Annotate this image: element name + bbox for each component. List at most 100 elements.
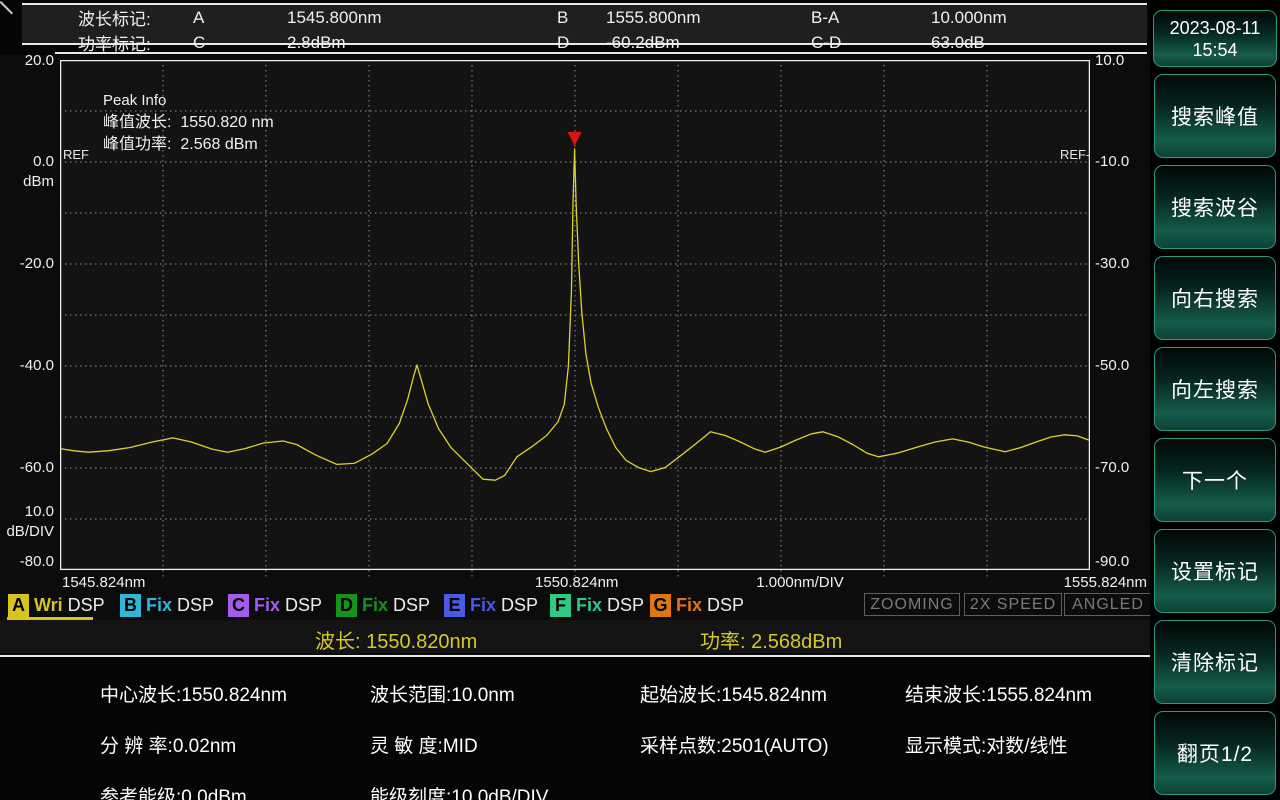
trace-selector-c[interactable]: C Fix DSP: [228, 593, 322, 617]
trace-selector-d[interactable]: D Fix DSP: [336, 593, 430, 617]
search-peak-button[interactable]: 搜索峰值: [1154, 74, 1276, 158]
osa-screen: 波长标记: A 1545.800nm B 1555.800nm B-A 10.0…: [0, 0, 1280, 800]
marker-ba-letter: B-A: [811, 8, 931, 28]
corner-mark: [0, 1, 13, 14]
search-valley-button[interactable]: 搜索波谷: [1154, 165, 1276, 249]
marker-c-value: 2.8dBm: [287, 33, 557, 53]
trace-c-badge: C: [228, 594, 249, 617]
y-tick-left: -40.0: [6, 358, 54, 374]
ref-marker-left: REF: [63, 147, 89, 162]
setting-start-wavelength: 起始波长:1545.824nm: [640, 680, 905, 707]
clear-marker-button[interactable]: 清除标记: [1154, 620, 1276, 704]
peak-wavelength-value: 1550.820 nm: [180, 114, 273, 131]
peak-power-row: 峰值功率: 2.568 dBm: [103, 134, 274, 156]
peak-info-box: Peak Info 峰值波长: 1550.820 nm 峰值功率: 2.568 …: [103, 90, 274, 156]
marker-d-letter: D: [557, 33, 606, 53]
peak-wavelength-label: 峰值波长:: [103, 114, 171, 131]
datetime-button[interactable]: 2023-08-11 15:54: [1153, 10, 1277, 67]
softkey-sidebar: 2023-08-11 15:54 搜索峰值 搜索波谷 向右搜索 向左搜索 下一个…: [1150, 0, 1280, 800]
trace-d-mode: Fix: [362, 595, 388, 616]
set-marker-button[interactable]: 设置标记: [1154, 529, 1276, 613]
setting-center-wavelength: 中心波长:1550.824nm: [100, 680, 370, 707]
y-tick-left: 0.0: [6, 154, 54, 170]
marker-cd-value: 63.0dB: [931, 33, 1147, 53]
peak-power-label: 峰值功率:: [103, 136, 171, 153]
x-div-label: 1.000nm/DIV: [748, 575, 852, 591]
time-text: 15:54: [1192, 39, 1237, 61]
status-2x-speed: 2X SPEED: [964, 593, 1062, 616]
page-toggle-button[interactable]: 翻页1/2: [1154, 711, 1276, 795]
chart-region: 20.0 0.0 dBm -20.0 -40.0 -60.0 10.0 dB/D…: [0, 55, 1150, 655]
header-divider: [55, 52, 1147, 54]
trace-selector-g[interactable]: G Fix DSP: [650, 593, 744, 617]
y-axis-unit: dBm: [6, 174, 54, 190]
readout-wavelength-value: 1550.820nm: [366, 631, 477, 653]
trace-b-mode: Fix: [146, 595, 172, 616]
trace-selector-f[interactable]: F Fix DSP: [550, 593, 644, 617]
search-right-button[interactable]: 向右搜索: [1154, 256, 1276, 340]
status-angled: ANGLED: [1064, 593, 1152, 616]
setting-sensitivity: 灵 敏 度:MID: [370, 731, 640, 758]
trace-e-dsp: DSP: [501, 595, 538, 616]
next-button[interactable]: 下一个: [1154, 438, 1276, 522]
trace-a-dsp: DSP: [68, 595, 105, 616]
trace-a-mode: Wri: [34, 595, 63, 616]
y-tick-right: -30.0: [1095, 256, 1129, 272]
y-tick-left: -80.0: [6, 554, 54, 570]
trace-e-badge: E: [444, 594, 465, 617]
marker-c-letter: C: [193, 33, 287, 53]
trace-a-badge: A: [8, 594, 29, 617]
wavelength-markers-label: 波长标记:: [78, 5, 193, 30]
y-tick-right: -70.0: [1095, 460, 1129, 476]
marker-readout-bar: 波长: 1550.820nm 功率: 2.568dBm: [0, 620, 1150, 653]
readout-power: 功率: 2.568dBm: [700, 625, 842, 654]
ref-marker-right: REF-: [1060, 147, 1090, 162]
marker-a-letter: A: [193, 8, 287, 28]
trace-d-badge: D: [336, 594, 357, 617]
trace-b-dsp: DSP: [177, 595, 214, 616]
trace-b-badge: B: [120, 594, 141, 617]
readout-power-label: 功率:: [700, 631, 746, 653]
y-tick-right: -10.0: [1095, 154, 1129, 170]
setting-sample-points: 采样点数:2501(AUTO): [640, 731, 905, 758]
y-tick-left: -20.0: [6, 256, 54, 272]
setting-display-mode: 显示模式:对数/线性: [905, 731, 1150, 758]
trace-g-dsp: DSP: [707, 595, 744, 616]
date-text: 2023-08-11: [1170, 17, 1261, 39]
status-zooming: ZOOMING: [864, 593, 960, 616]
trace-selector-e[interactable]: E Fix DSP: [444, 593, 538, 617]
x-tick-end: 1555.824nm: [1057, 575, 1147, 591]
x-tick-start: 1545.824nm: [62, 575, 145, 591]
readout-wavelength-label: 波长:: [315, 631, 361, 653]
setting-stop-wavelength: 结束波长:1555.824nm: [905, 680, 1150, 707]
search-left-button[interactable]: 向左搜索: [1154, 347, 1276, 431]
readout-wavelength: 波长: 1550.820nm: [315, 625, 477, 654]
marker-b-letter: B: [557, 8, 606, 28]
marker-a-value: 1545.800nm: [287, 8, 557, 28]
setting-level-scale: 能级刻度:10.0dB/DIV: [370, 782, 640, 800]
trace-c-mode: Fix: [254, 595, 280, 616]
x-tick-center: 1550.824nm: [535, 575, 617, 591]
marker-header-bar: 波长标记: A 1545.800nm B 1555.800nm B-A 10.0…: [22, 3, 1147, 45]
marker-ba-value: 10.000nm: [931, 8, 1147, 28]
peak-info-title: Peak Info: [103, 90, 274, 112]
trace-e-mode: Fix: [470, 595, 496, 616]
settings-panel: 中心波长:1550.824nm 波长范围:10.0nm 起始波长:1545.82…: [0, 660, 1150, 800]
readout-divider: [0, 655, 1150, 657]
readout-power-value: 2.568dBm: [751, 631, 842, 653]
setting-resolution: 分 辨 率:0.02nm: [100, 731, 370, 758]
y-tick-right: -90.0: [1095, 554, 1129, 570]
trace-f-mode: Fix: [576, 595, 602, 616]
trace-selector-b[interactable]: B Fix DSP: [120, 593, 214, 617]
trace-g-badge: G: [650, 594, 671, 617]
marker-cd-letter: C-D: [811, 33, 931, 53]
trace-selector-a[interactable]: A Wri DSP: [8, 593, 105, 617]
y-tick-left: -60.0: [6, 460, 54, 476]
trace-g-mode: Fix: [676, 595, 702, 616]
marker-d-value: -60.2dBm: [606, 33, 811, 53]
y-scale-value: 10.0: [6, 504, 54, 520]
trace-c-dsp: DSP: [285, 595, 322, 616]
setting-ref-level: 参考能级:0.0dBm: [100, 782, 370, 800]
y-tick-right: -50.0: [1095, 358, 1129, 374]
peak-wavelength-row: 峰值波长: 1550.820 nm: [103, 112, 274, 134]
